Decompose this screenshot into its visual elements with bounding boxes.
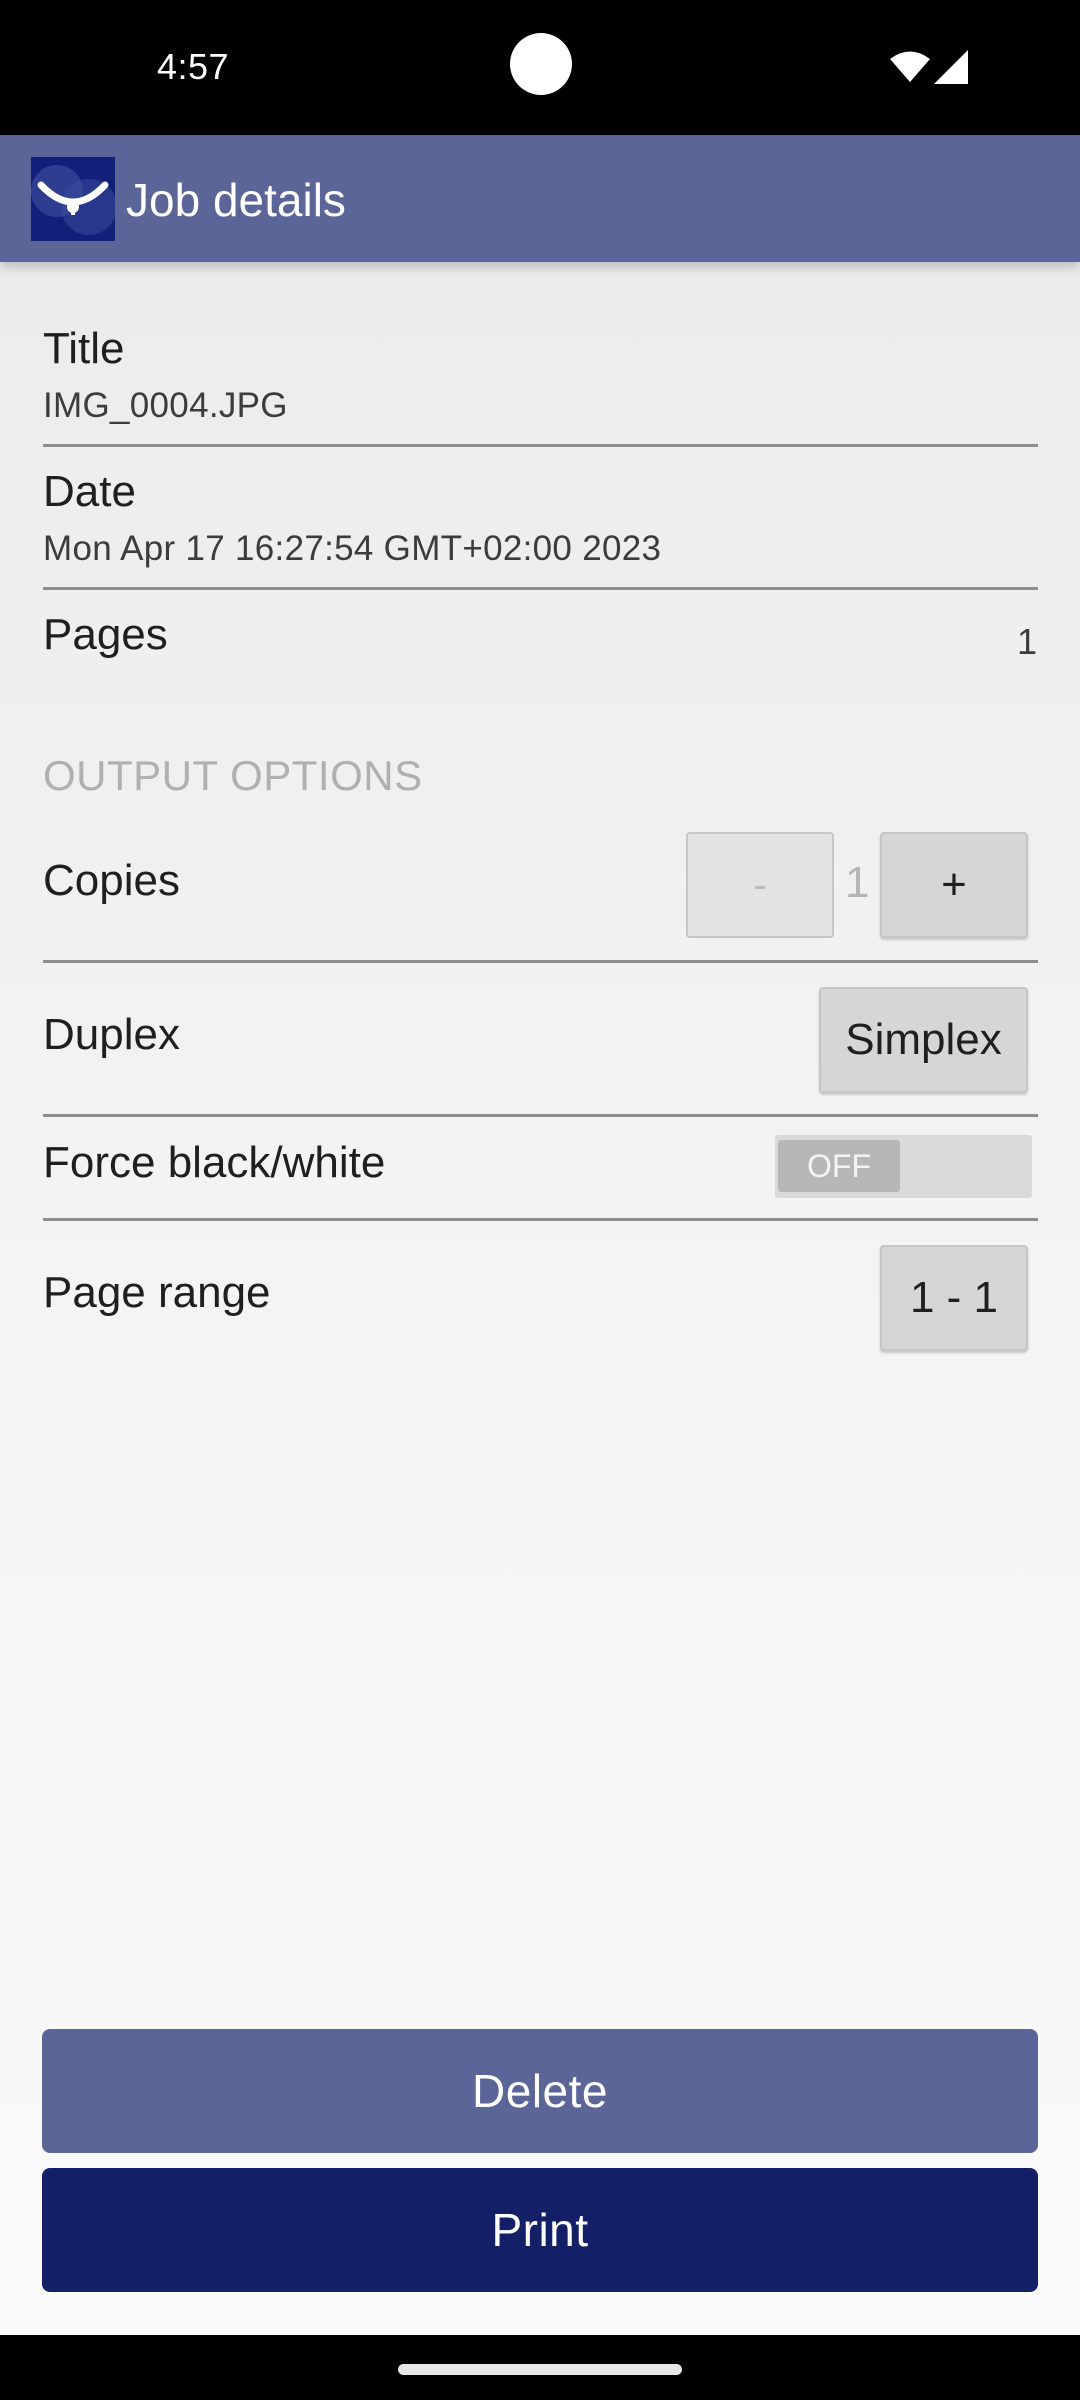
title-label: Title	[43, 324, 125, 373]
date-value: Mon Apr 17 16:27:54 GMT+02:00 2023	[43, 529, 662, 568]
pages-value: 1	[1016, 621, 1037, 662]
page-range-button[interactable]: 1 - 1	[880, 1245, 1028, 1351]
divider	[43, 587, 1038, 590]
output-options-header: OUTPUT OPTIONS	[43, 752, 423, 799]
divider	[43, 444, 1038, 447]
app-bar: Job details	[0, 135, 1080, 262]
delete-button[interactable]: Delete	[42, 2029, 1038, 2153]
print-button[interactable]: Print	[42, 2168, 1038, 2292]
signal-icon	[934, 50, 968, 84]
pages-label: Pages	[43, 610, 168, 659]
copies-increment-button[interactable]: +	[880, 832, 1028, 938]
title-value: IMG_0004.JPG	[43, 386, 288, 425]
copies-value: 1	[845, 858, 870, 907]
page-range-label: Page range	[43, 1268, 271, 1317]
app-logo-icon	[31, 157, 115, 241]
copies-decrement-button[interactable]: -	[686, 832, 834, 938]
job-details-content: Title IMG_0004.JPG Date Mon Apr 17 16:27…	[0, 262, 1080, 2335]
force-bw-toggle[interactable]: OFF	[775, 1135, 1032, 1198]
status-bar: 4:57	[0, 0, 1080, 135]
copies-label: Copies	[43, 856, 180, 905]
date-label: Date	[43, 467, 136, 516]
status-time: 4:57	[157, 46, 230, 87]
navigation-bar	[0, 2335, 1080, 2400]
home-indicator[interactable]	[398, 2364, 682, 2375]
camera-cutout	[510, 33, 572, 95]
force-bw-label: Force black/white	[43, 1138, 386, 1187]
duplex-label: Duplex	[43, 1010, 180, 1059]
divider	[43, 1218, 1038, 1221]
page-title: Job details	[126, 174, 346, 226]
divider	[43, 960, 1038, 963]
divider	[43, 1114, 1038, 1117]
toggle-thumb: OFF	[778, 1140, 900, 1192]
wifi-icon	[890, 51, 930, 82]
status-icons	[888, 48, 968, 88]
duplex-select-button[interactable]: Simplex	[819, 987, 1028, 1093]
